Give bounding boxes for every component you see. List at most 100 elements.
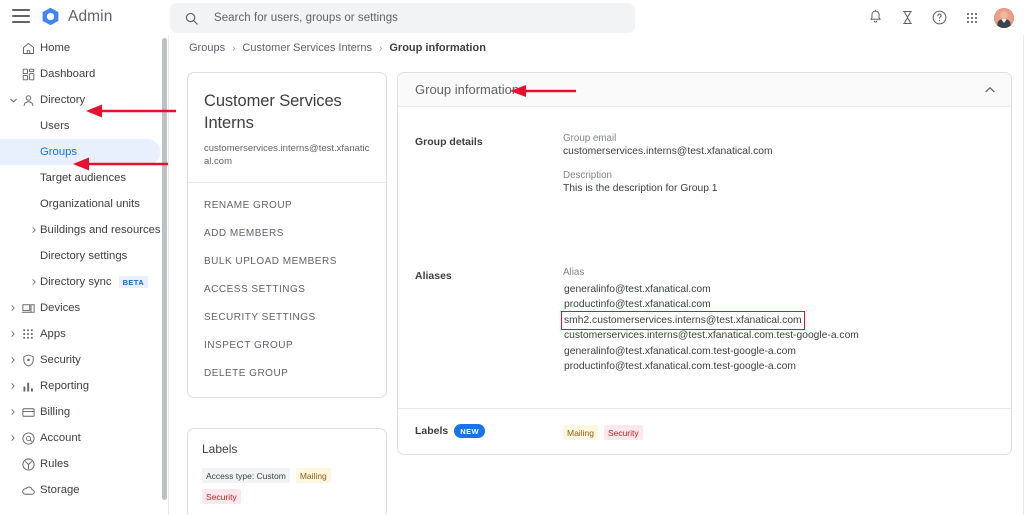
label-chip-mailing[interactable]: Mailing (295, 468, 331, 483)
sidebar-item-text: Directory sync (40, 275, 112, 288)
panel-title: Group information (415, 82, 520, 97)
group-details-content: Group email customerservices.interns@tes… (563, 133, 994, 207)
home-icon (20, 40, 36, 56)
sidebar-item-label: Home (40, 42, 71, 54)
panel-labels-chips: Mailing Security (563, 424, 643, 440)
description-value: This is the description for Group 1 (563, 183, 718, 194)
sidebar-navigation: Home Dashboard Directory Users Groups Ta… (0, 35, 163, 515)
aliases-row: Aliases Alias generalinfo@test.xfanatica… (398, 217, 1011, 408)
sidebar-item-rules[interactable]: Rules (0, 451, 163, 477)
label-chip-mailing[interactable]: Mailing (563, 425, 598, 440)
brand-title: Admin (68, 7, 113, 25)
sidebar-item-label: Billing (40, 406, 71, 418)
main-content: Groups › Customer Services Interns › Gro… (168, 35, 1013, 515)
sidebar-item-target-audiences[interactable]: Target audiences (0, 165, 163, 191)
group-summary-card: Customer Services Interns customerservic… (187, 72, 387, 398)
inspect-group-button[interactable]: INSPECT GROUP (188, 331, 386, 359)
chevron-right-icon (9, 382, 17, 390)
sidebar-scrollbar[interactable] (162, 38, 167, 500)
sidebar-item-security[interactable]: Security (0, 347, 163, 373)
label-chip-security[interactable]: Security (202, 489, 241, 504)
access-settings-button[interactable]: ACCESS SETTINGS (188, 275, 386, 303)
group-card-header: Customer Services Interns customerservic… (188, 73, 386, 183)
sidebar-item-label: Directory (40, 94, 86, 106)
chevron-right-icon (9, 304, 17, 312)
directory-person-icon (20, 92, 36, 108)
search-placeholder: Search for users, groups or settings (214, 12, 398, 24)
notifications-icon[interactable] (866, 8, 885, 27)
credit-card-icon (20, 404, 36, 420)
group-information-header[interactable]: Group information (398, 73, 1011, 107)
sidebar-item-label: Organizational units (40, 198, 140, 210)
sidebar-item-label: Groups (40, 146, 78, 158)
sidebar-item-dashboard[interactable]: Dashboard (0, 61, 163, 87)
topbar-actions (866, 0, 1014, 35)
sidebar-item-account[interactable]: Account (0, 425, 163, 451)
security-settings-button[interactable]: SECURITY SETTINGS (188, 303, 386, 331)
sidebar-item-storage[interactable]: Storage (0, 477, 163, 503)
sidebar-item-directory-sync[interactable]: Directory sync BETA (0, 269, 163, 295)
breadcrumb-item-groups[interactable]: Groups (189, 42, 225, 54)
chevron-up-icon[interactable] (983, 83, 997, 97)
group-email-value: customerservices.interns@test.xfanatical… (563, 146, 773, 157)
apps-grid-icon[interactable] (962, 8, 981, 27)
description-field: Description This is the description for … (563, 170, 994, 194)
sidebar-item-directory-settings[interactable]: Directory settings (0, 243, 163, 269)
dashboard-icon (20, 66, 36, 82)
sidebar-item-directory[interactable]: Directory (0, 87, 163, 113)
chevron-right-icon (9, 434, 17, 442)
sidebar-item-organizational-units[interactable]: Organizational units (0, 191, 163, 217)
bar-chart-icon (20, 378, 36, 394)
hourglass-icon[interactable] (898, 8, 917, 27)
chevron-right-icon (9, 356, 17, 364)
sidebar-item-devices[interactable]: Devices (0, 295, 163, 321)
group-title: Customer Services Interns (204, 92, 342, 132)
alias-item: generalinfo@test.xfanatical.com.test-goo… (564, 345, 796, 357)
search-icon (185, 12, 198, 25)
bulk-upload-members-button[interactable]: BULK UPLOAD MEMBERS (188, 247, 386, 275)
sidebar-item-apps[interactable]: Apps (0, 321, 163, 347)
panel-labels-row: Labels NEW Mailing Security (398, 409, 1011, 454)
sidebar-item-home[interactable]: Home (0, 35, 163, 61)
description-label: Description (563, 170, 613, 181)
rename-group-button[interactable]: RENAME GROUP (188, 191, 386, 219)
sidebar-item-label: Devices (40, 302, 81, 314)
sidebar-item-billing[interactable]: Billing (0, 399, 163, 425)
alias-item-highlighted: smh2.customerservices.interns@test.xfana… (561, 311, 805, 330)
sidebar-item-users[interactable]: Users (0, 113, 163, 139)
sidebar-item-groups[interactable]: Groups (0, 139, 160, 165)
help-icon[interactable] (930, 8, 949, 27)
panel-labels-text: Labels (415, 425, 449, 437)
hamburger-menu-icon[interactable] (12, 9, 30, 23)
sidebar-item-label: Directory settings (40, 250, 128, 262)
group-email-label: Group email (563, 133, 617, 144)
add-members-button[interactable]: ADD MEMBERS (188, 219, 386, 247)
group-email: customerservices.interns@test.xfanatical… (204, 143, 370, 167)
group-information-panel: Group information Group details Group em… (397, 72, 1012, 455)
breadcrumb-separator-icon: › (232, 42, 236, 54)
label-chip-access-type[interactable]: Access type: Custom (202, 468, 290, 483)
rules-icon (20, 456, 36, 472)
group-actions-list: RENAME GROUP ADD MEMBERS BULK UPLOAD MEM… (188, 183, 386, 397)
label-chip-security[interactable]: Security (603, 425, 643, 440)
breadcrumb-item-customer-services-interns[interactable]: Customer Services Interns (242, 42, 372, 54)
delete-group-button[interactable]: DELETE GROUP (188, 359, 386, 387)
labels-card-chips: Access type: Custom Mailing Security (202, 468, 372, 504)
alias-item: productinfo@test.xfanatical.com.test-goo… (564, 361, 796, 372)
brand[interactable]: Admin (40, 6, 112, 27)
aliases-label: Aliases (415, 270, 452, 282)
sidebar-item-reporting[interactable]: Reporting (0, 373, 163, 399)
search-input[interactable]: Search for users, groups or settings (170, 3, 635, 33)
apps-grid-icon (20, 326, 36, 342)
alias-item: generalinfo@test.xfanatical.com (564, 283, 711, 295)
group-email-field: Group email customerservices.interns@tes… (563, 133, 994, 157)
avatar[interactable] (994, 7, 1014, 28)
sidebar-item-label: Directory sync BETA (40, 275, 149, 289)
labels-card-title: Labels (202, 442, 238, 456)
chevron-down-icon (9, 96, 17, 104)
sidebar-item-label: Account (40, 432, 81, 444)
cloud-icon (20, 482, 36, 498)
sidebar-item-buildings-and-resources[interactable]: Buildings and resources (0, 217, 163, 243)
sidebar-item-label: Rules (40, 458, 69, 470)
sidebar-item-label: Storage (40, 484, 80, 496)
